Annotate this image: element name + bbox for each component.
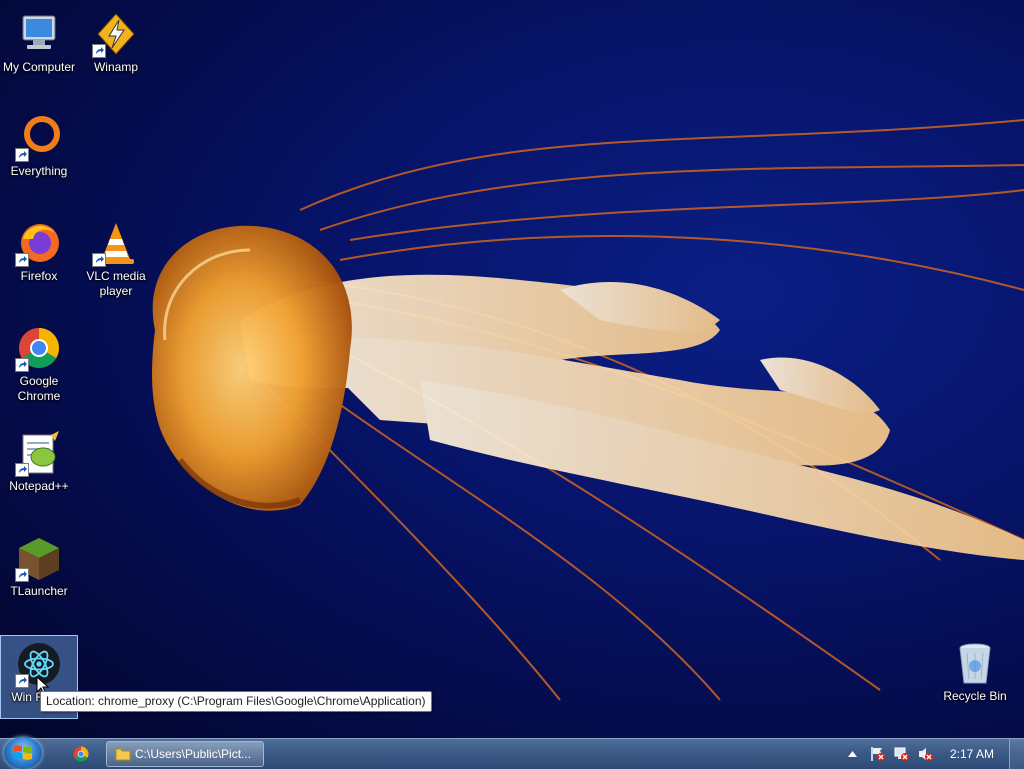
everything-icon: [15, 114, 63, 162]
desktop-icon-label: VLC media player: [86, 269, 146, 298]
tlauncher-icon: [15, 534, 63, 582]
shortcut-arrow-icon: [92, 44, 106, 58]
desktop-icon-label: My Computer: [2, 60, 76, 74]
volume-icon[interactable]: [918, 746, 934, 762]
taskbar-chrome-button[interactable]: [64, 741, 98, 767]
network-icon[interactable]: [894, 746, 910, 762]
wallpaper-jellyfish: [152, 119, 1024, 701]
shortcut-arrow-icon: [15, 674, 29, 688]
desktop-icon-recycle-bin[interactable]: Recycle Bin: [936, 635, 1014, 704]
windows-logo-icon: [14, 745, 32, 760]
firefox-icon: [15, 219, 63, 267]
vlc-icon: [92, 219, 140, 267]
show-desktop-button[interactable]: [1009, 739, 1024, 769]
computer-icon: [15, 10, 63, 58]
chrome-icon: [73, 746, 89, 762]
shortcut-arrow-icon: [15, 463, 29, 477]
taskbar: C:\Users\Public\Pict... 2:17 AM: [0, 737, 1024, 769]
system-tray: 2:17 AM: [834, 739, 1024, 769]
desktop-icon-label: Google Chrome: [17, 374, 61, 403]
desktop-icon-tlauncher[interactable]: TLauncher: [0, 530, 78, 599]
clock[interactable]: 2:17 AM: [950, 747, 994, 761]
shortcut-arrow-icon: [15, 358, 29, 372]
start-button[interactable]: [4, 737, 42, 769]
chrome-icon: [15, 324, 63, 372]
desktop-icon-label: Everything: [10, 164, 68, 178]
shortcut-arrow-icon: [15, 253, 29, 267]
desktop-icon-vlc[interactable]: VLC media player: [77, 215, 155, 299]
action-center-flag-icon[interactable]: [870, 746, 886, 762]
shortcut-arrow-icon: [92, 253, 106, 267]
desktop-icon-everything[interactable]: Everything: [0, 110, 78, 179]
folder-icon: [115, 748, 131, 761]
desktop-icon-winamp[interactable]: Winamp: [77, 6, 155, 75]
desktop-icon-label: TLauncher: [10, 584, 68, 598]
desktop-icon-my-computer[interactable]: My Computer: [0, 6, 78, 75]
notepad-plus-plus-icon: [15, 429, 63, 477]
shortcut-arrow-icon: [15, 568, 29, 582]
shortcut-arrow-icon: [15, 148, 29, 162]
desktop-icon-notepad-plus-plus[interactable]: Notepad++: [0, 425, 78, 494]
taskbar-explorer-label: C:\Users\Public\Pict...: [135, 747, 252, 761]
desktop-icon-label: Firefox: [20, 269, 58, 283]
winamp-icon: [92, 10, 140, 58]
desktop-icon-label: Winamp: [93, 60, 138, 74]
desktop-icon-firefox[interactable]: Firefox: [0, 215, 78, 284]
recycle-bin-icon: [951, 639, 999, 687]
desktop-icon-label: Recycle Bin: [943, 689, 1007, 703]
shortcut-location-tooltip: Location: chrome_proxy (C:\Program Files…: [40, 691, 432, 712]
desktop-icon-label: Notepad++: [9, 479, 69, 493]
desktop-icon-google-chrome[interactable]: Google Chrome: [0, 320, 78, 404]
show-hidden-icons-icon[interactable]: [848, 750, 857, 757]
taskbar-explorer-button[interactable]: C:\Users\Public\Pict...: [106, 741, 264, 767]
